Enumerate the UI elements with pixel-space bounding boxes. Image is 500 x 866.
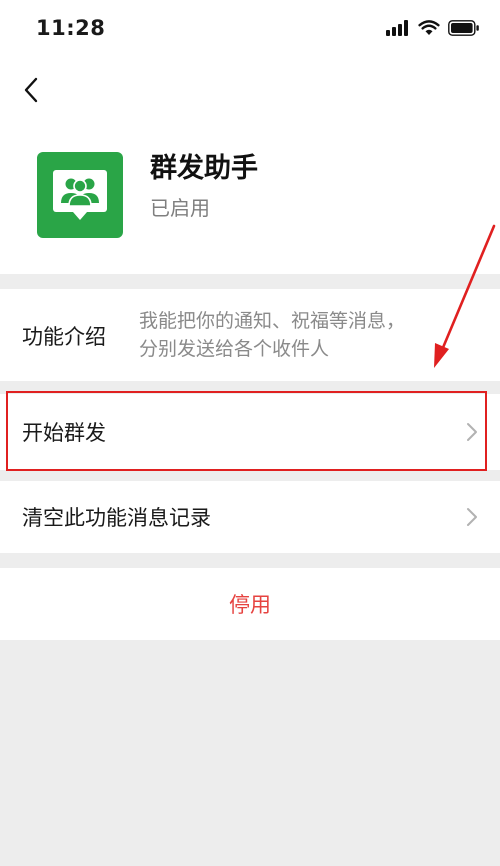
app-title: 群发助手 <box>150 153 258 184</box>
status-time: 11:28 <box>36 16 106 40</box>
back-button[interactable] <box>16 72 46 108</box>
signal-icon <box>386 20 410 40</box>
highlight-box <box>6 391 487 471</box>
app-status: 已启用 <box>150 196 210 220</box>
disable-button[interactable]: 停用 <box>0 568 500 640</box>
status-bar: 11:28 <box>0 0 500 62</box>
disable-label: 停用 <box>229 593 271 617</box>
battery-icon <box>448 20 480 40</box>
wifi-icon <box>418 20 440 40</box>
chevron-right-icon <box>467 508 477 526</box>
status-icons <box>378 20 480 40</box>
intro-section: 功能介绍 我能把你的通知、祝福等消息， 分别发送给各个收件人 <box>0 289 500 381</box>
intro-label: 功能介绍 <box>22 325 106 349</box>
app-header: 群发助手 已启用 <box>0 118 500 274</box>
group-broadcast-app-icon <box>37 152 123 238</box>
clear-history-row[interactable]: 清空此功能消息记录 <box>0 481 500 553</box>
nav-bar <box>0 62 500 118</box>
intro-description: 我能把你的通知、祝福等消息， 分别发送给各个收件人 <box>139 310 406 360</box>
clear-history-label: 清空此功能消息记录 <box>22 506 211 530</box>
chevron-left-icon <box>24 77 38 103</box>
